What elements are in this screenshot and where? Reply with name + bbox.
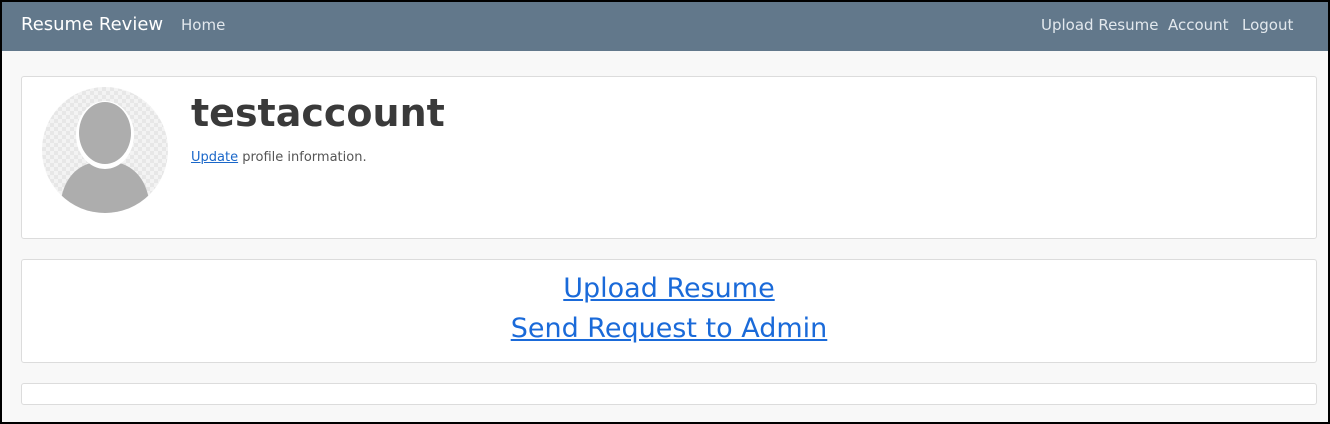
upload-resume-link[interactable]: Upload Resume [22, 269, 1316, 309]
actions-card: Upload Resume Send Request to Admin [21, 259, 1317, 363]
profile-card: testaccount Update profile information. [21, 76, 1317, 239]
nav-account-link[interactable]: Account [1168, 16, 1229, 34]
default-user-avatar-icon [60, 101, 150, 213]
empty-card [21, 383, 1317, 405]
nav-home-link[interactable]: Home [181, 16, 225, 34]
nav-upload-resume-link[interactable]: Upload Resume [1041, 16, 1158, 34]
nav-logout-link[interactable]: Logout [1242, 16, 1293, 34]
brand-link[interactable]: Resume Review [21, 14, 163, 35]
update-profile-link[interactable]: Update [191, 150, 238, 165]
profile-username: testaccount [191, 91, 445, 135]
avatar [42, 87, 168, 213]
send-request-admin-link[interactable]: Send Request to Admin [22, 309, 1316, 349]
update-profile-suffix: profile information. [238, 150, 367, 165]
app-window: Resume Review Home Upload Resume Account… [2, 2, 1328, 422]
top-navbar: Resume Review Home Upload Resume Account… [2, 2, 1328, 51]
update-profile-text: Update profile information. [191, 150, 367, 165]
